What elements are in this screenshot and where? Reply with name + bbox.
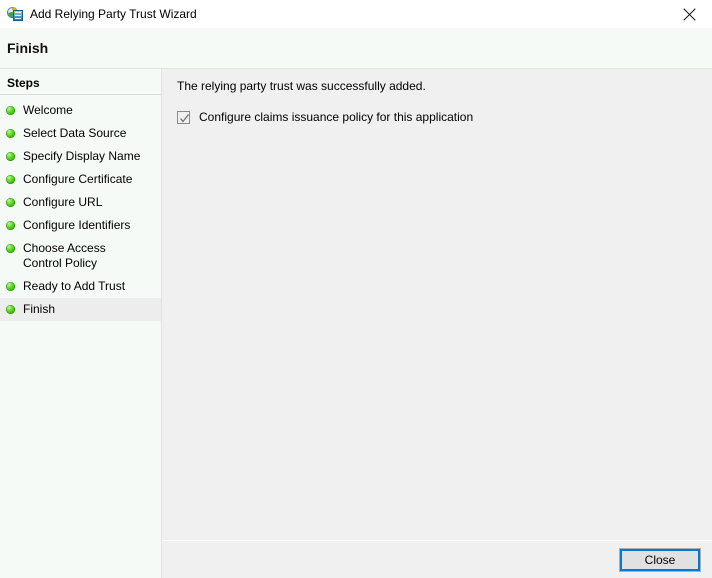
configure-claims-policy-label: Configure claims issuance policy for thi…	[199, 110, 474, 124]
step-complete-icon	[6, 129, 15, 138]
sidebar-item-choose-access-control-policy[interactable]: Choose Access Control Policy	[0, 237, 161, 275]
step-complete-icon	[6, 106, 15, 115]
sidebar-item-label: Configure URL	[23, 195, 103, 209]
sidebar-item-finish[interactable]: Finish	[0, 298, 161, 321]
relying-party-trust-icon	[7, 6, 23, 22]
sidebar-item-label: Welcome	[23, 103, 73, 117]
step-complete-icon	[6, 152, 15, 161]
sidebar-item-welcome[interactable]: Welcome	[0, 99, 161, 122]
sidebar-item-configure-url[interactable]: Configure URL	[0, 191, 161, 214]
step-complete-icon	[6, 305, 15, 314]
sidebar-item-select-data-source[interactable]: Select Data Source	[0, 122, 161, 145]
steps-sidebar: Steps Welcome Select Data Source Specify…	[0, 69, 162, 578]
steps-heading: Steps	[0, 74, 161, 95]
page-header: Finish	[0, 28, 712, 69]
sidebar-item-label: Ready to Add Trust	[23, 279, 126, 293]
step-complete-icon	[6, 198, 15, 207]
sidebar-item-label: Finish	[23, 302, 56, 316]
sidebar-item-configure-certificate[interactable]: Configure Certificate	[0, 168, 161, 191]
title-bar: Add Relying Party Trust Wizard	[0, 0, 712, 28]
close-icon	[683, 7, 696, 21]
sidebar-item-label: Configure Certificate	[23, 172, 133, 186]
sidebar-item-specify-display-name[interactable]: Specify Display Name	[0, 145, 161, 168]
sidebar-item-configure-identifiers[interactable]: Configure Identifiers	[0, 214, 161, 237]
sidebar-item-label: Specify Display Name	[23, 149, 141, 163]
success-message: The relying party trust was successfully…	[177, 79, 426, 93]
sidebar-item-label: Choose Access Control Policy	[23, 241, 106, 270]
configure-claims-policy-checkbox-row[interactable]: Configure claims issuance policy for thi…	[177, 110, 698, 124]
wizard-body: Steps Welcome Select Data Source Specify…	[0, 69, 712, 578]
close-window-button[interactable]	[667, 0, 712, 28]
checkmark-icon	[180, 113, 190, 123]
step-complete-icon	[6, 221, 15, 230]
step-complete-icon	[6, 282, 15, 291]
step-complete-icon	[6, 244, 15, 253]
page-title: Finish	[7, 40, 49, 56]
sidebar-item-label: Select Data Source	[23, 126, 127, 140]
step-complete-icon	[6, 175, 15, 184]
sidebar-item-ready-to-add-trust[interactable]: Ready to Add Trust	[0, 275, 161, 298]
configure-claims-policy-checkbox[interactable]	[177, 110, 190, 124]
content-main: The relying party trust was successfully…	[162, 69, 712, 540]
wizard-window: Add Relying Party Trust Wizard Finish St…	[0, 0, 712, 578]
sidebar-item-label: Configure Identifiers	[23, 218, 131, 232]
dialog-footer: Close	[162, 540, 712, 578]
window-title: Add Relying Party Trust Wizard	[30, 7, 197, 21]
close-button[interactable]: Close	[619, 547, 701, 572]
content-pane: The relying party trust was successfully…	[162, 69, 712, 578]
